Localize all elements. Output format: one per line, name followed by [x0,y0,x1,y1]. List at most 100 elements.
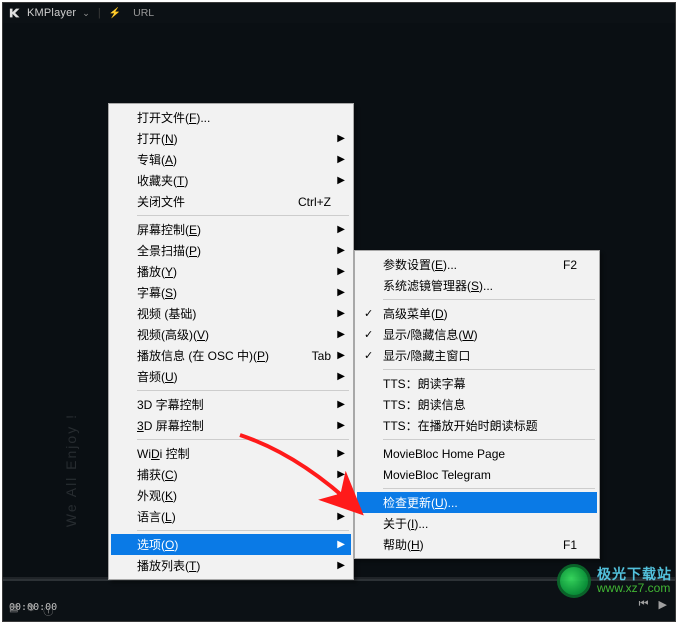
menu-item-language[interactable]: 语言(L)▶ [111,506,351,527]
submenu-arrow-icon: ▶ [337,329,345,340]
menu-item-label: 关闭文件 [137,193,290,210]
check-icon: ✓ [364,328,373,341]
menu-separator [137,439,349,440]
menu-item-playlist[interactable]: 播放列表(T) ▶ [111,555,351,576]
submenu-arrow-icon: ▶ [337,399,345,410]
menu-item-label: 参数设置(E)... [383,256,555,273]
menu-item-label: MovieBloc Telegram [383,468,577,482]
submenu-arrow-icon: ▶ [337,448,345,459]
control-bar: 00:00:00 ▤ ⚙ ⓘ ⏮ ▶ [3,577,675,621]
submenu-arrow-icon: ▶ [337,245,345,256]
menu-item-label: 视频(高级)(V) [137,326,331,343]
submenu-arrow-icon: ▶ [337,539,345,550]
menu-item-label: 打开(N) [137,130,331,147]
menu-item-tts-sub[interactable]: TTS：朗读字幕 [357,373,597,394]
menu-shortcut: F2 [563,258,577,272]
control-icons-right: ⏮ ▶ [639,598,667,611]
play-button[interactable]: ▶ [659,598,667,611]
separator: | [98,7,101,19]
menu-shortcut: F1 [563,538,577,552]
submenu-arrow-icon: ▶ [337,350,345,361]
menu-item-label: 播放(Y) [137,263,331,280]
menu-item-tts-info[interactable]: TTS：朗读信息 [357,394,597,415]
menu-item-label: 打开文件(F)... [137,109,331,126]
menu-item-play-info-osc[interactable]: 播放信息 (在 OSC 中)(P) Tab ▶ [111,345,351,366]
menu-shortcut: Tab [312,349,331,363]
context-menu-main[interactable]: 打开文件(F)...打开(N)▶专辑(A)▶收藏夹(T)▶关闭文件Ctrl+Z屏… [108,103,354,580]
menu-item-audio[interactable]: 音频(U) ▶ [111,366,351,387]
menu-separator [383,369,595,370]
context-menu-options[interactable]: 参数设置(E)... F2 系统滤镜管理器(S)... ✓ 高级菜单(D) ✓显示/隐藏信… [354,250,600,559]
menu-item-label: 字幕(S) [137,284,331,301]
menu-item-advanced-menu[interactable]: ✓ 高级菜单(D) [357,303,597,324]
check-icon: ✓ [364,307,373,320]
menu-item-label: 音频(U) [137,368,331,385]
menu-item-label: 全景扫描(P) [137,242,331,259]
submenu-arrow-icon: ▶ [337,371,345,382]
menu-item-playback[interactable]: 播放(Y) ▶ [111,261,351,282]
menu-item-open-file[interactable]: 打开文件(F)... [111,107,351,128]
info-icon[interactable]: ⓘ [43,603,53,618]
menu-item-about[interactable]: 关于(I)... [357,513,597,534]
menu-item-widi[interactable]: WiDi 控制▶ [111,443,351,464]
menu-item-filter-manager[interactable]: 系统滤镜管理器(S)... [357,275,597,296]
menu-item-label: 捕获(C) [137,466,331,483]
list-icon[interactable]: ▤ [9,603,18,618]
menu-item-label: 播放信息 (在 OSC 中)(P) [137,347,304,364]
menu-item-capture[interactable]: 捕获(C)▶ [111,464,351,485]
menu-item-skin[interactable]: 外观(K)▶ [111,485,351,506]
menu-separator [383,488,595,489]
submenu-arrow-icon: ▶ [337,154,345,165]
menu-item-toggle-mainwin[interactable]: ✓显示/隐藏主窗口 [357,345,597,366]
menu-item-subtitle[interactable]: 字幕(S) ▶ [111,282,351,303]
menu-item-help[interactable]: 帮助(H) F1 [357,534,597,555]
lightning-icon[interactable]: ⚡ [109,8,121,19]
prev-button[interactable]: ⏮ [639,598,649,611]
menu-item-label: TTS：朗读字幕 [383,375,577,392]
submenu-arrow-icon: ▶ [337,560,345,571]
submenu-arrow-icon: ▶ [337,308,345,319]
menu-item-3d-subtitle[interactable]: 3D 字幕控制▶ [111,394,351,415]
submenu-arrow-icon: ▶ [337,287,345,298]
title-dropdown-icon[interactable]: ⌄ [82,8,90,19]
menu-item-options[interactable]: 选项(O)▶ [111,534,351,555]
submenu-arrow-icon: ▶ [337,175,345,186]
menu-item-moviebloc-home[interactable]: MovieBloc Home Page [357,443,597,464]
menu-item-label: 高级菜单(D) [383,305,577,322]
menu-shortcut: Ctrl+Z [298,195,331,209]
submenu-arrow-icon: ▶ [337,266,345,277]
menu-item-pan-scan[interactable]: 全景扫描(P) ▶ [111,240,351,261]
menu-item-3d-screen[interactable]: 3D 屏幕控制▶ [111,415,351,436]
menu-item-favorites[interactable]: 收藏夹(T)▶ [111,170,351,191]
menu-item-check-updates[interactable]: 检查更新(U)... [357,492,597,513]
control-icons-left: ▤ ⚙ ⓘ [9,603,53,618]
menu-separator [137,390,349,391]
menu-separator [383,299,595,300]
settings-icon[interactable]: ⚙ [26,603,35,618]
menu-item-screen-control[interactable]: 屏幕控制(E)▶ [111,219,351,240]
menu-item-label: TTS：在播放开始时朗读标题 [383,417,577,434]
menu-item-label: 播放列表(T) [137,557,331,574]
menu-separator [137,215,349,216]
menu-item-album[interactable]: 专辑(A)▶ [111,149,351,170]
menu-item-video-advanced[interactable]: 视频(高级)(V) ▶ [111,324,351,345]
url-button[interactable]: URL [133,7,154,19]
menu-item-label: 显示/隐藏主窗口 [383,347,577,364]
menu-item-moviebloc-telegram[interactable]: MovieBloc Telegram [357,464,597,485]
submenu-arrow-icon: ▶ [337,224,345,235]
kmplayer-logo-icon [9,7,23,19]
menu-item-close-file[interactable]: 关闭文件 Ctrl+Z [111,191,351,212]
menu-item-label: 关于(I)... [383,515,577,532]
menu-item-tts-title[interactable]: TTS：在播放开始时朗读标题 [357,415,597,436]
submenu-arrow-icon: ▶ [337,133,345,144]
menu-separator [137,530,349,531]
menu-item-label: 帮助(H) [383,536,555,553]
menu-item-label: TTS：朗读信息 [383,396,577,413]
menu-item-preferences[interactable]: 参数设置(E)... F2 [357,254,597,275]
menu-item-open[interactable]: 打开(N) ▶ [111,128,351,149]
menu-item-label: 视频 (基础) [137,305,331,322]
app-title[interactable]: KMPlayer [27,7,76,19]
menu-item-label: 3D 屏幕控制 [137,417,331,434]
menu-item-toggle-info[interactable]: ✓显示/隐藏信息(W) [357,324,597,345]
menu-item-video-basic[interactable]: 视频 (基础) ▶ [111,303,351,324]
